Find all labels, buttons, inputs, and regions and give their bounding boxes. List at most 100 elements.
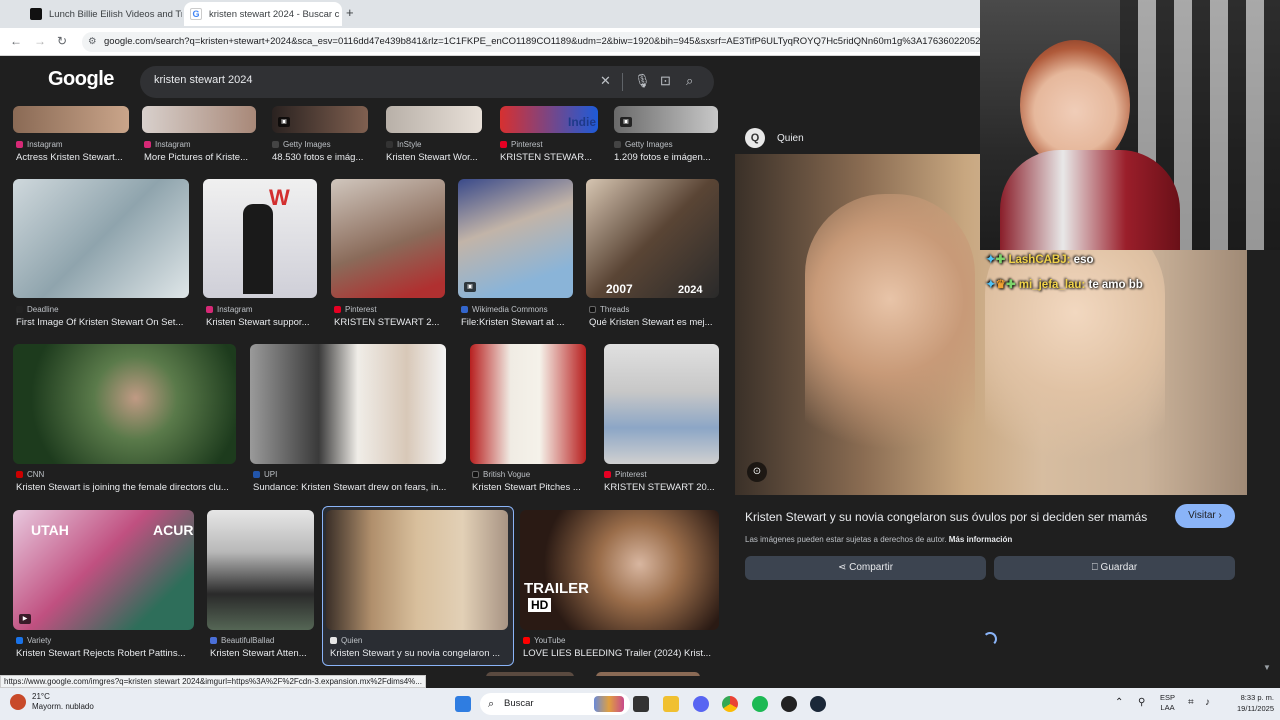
site-info-icon[interactable]: ⚙: [88, 32, 97, 52]
result-source: Wikimedia Commons: [461, 305, 548, 314]
result-caption[interactable]: Kristen Stewart suppor...: [206, 317, 318, 328]
back-icon[interactable]: ←: [10, 34, 22, 48]
logo-text: W: [269, 185, 290, 210]
file-explorer-icon[interactable]: [663, 696, 679, 712]
result-source: Getty Images: [614, 140, 673, 149]
result-caption[interactable]: Sundance: Kristen Stewart drew on fears,…: [253, 482, 451, 493]
result-thumbnail[interactable]: [386, 106, 482, 133]
result-thumbnail[interactable]: W: [203, 179, 317, 298]
microphone-icon[interactable]: 🎙: [634, 73, 651, 89]
chat-text: eso: [1073, 254, 1094, 266]
chrome-icon[interactable]: [722, 696, 738, 712]
result-thumbnail[interactable]: [207, 510, 314, 630]
chat-message: ✦♛✚ mi_jefa_lau: te amo bb: [986, 277, 1143, 291]
close-icon[interactable]: ✕: [339, 9, 342, 20]
task-view-icon[interactable]: [633, 696, 649, 712]
result-thumbnail[interactable]: ▣: [614, 106, 718, 133]
result-caption[interactable]: 1.209 fotos e imágen...: [614, 152, 718, 163]
result-source: Pinterest: [334, 305, 377, 314]
result-caption[interactable]: KRISTEN STEWART 20...: [604, 482, 716, 493]
clock[interactable]: 8:33 p. m. 19/11/2025: [1237, 692, 1274, 714]
tab-lunch-videos[interactable]: Lunch Billie Eilish Videos and Tr ✕: [24, 2, 182, 26]
result-caption[interactable]: Kristen Stewart Wor...: [386, 152, 486, 163]
network-icon[interactable]: ⌗: [1188, 697, 1194, 708]
reload-icon[interactable]: ↻: [57, 34, 67, 48]
result-caption[interactable]: Actress Kristen Stewart...: [16, 152, 128, 163]
result-thumbnail[interactable]: [13, 106, 129, 133]
result-caption[interactable]: Qué Kristen Stewart es mej...: [589, 317, 719, 328]
result-thumbnail[interactable]: TRAILER HD: [520, 510, 719, 630]
chat-text: te amo bb: [1088, 279, 1143, 291]
time-label: 8:33 p. m.: [1240, 693, 1274, 702]
clear-icon[interactable]: ✕: [600, 73, 611, 89]
chevron-up-icon[interactable]: ⌃: [1115, 697, 1123, 708]
visit-button[interactable]: Visitar ›: [1175, 504, 1235, 528]
lens-camera-icon[interactable]: ⊡: [660, 73, 671, 89]
start-icon[interactable]: [455, 696, 471, 712]
result-caption[interactable]: KRISTEN STEWART 2...: [334, 317, 444, 328]
panel-source[interactable]: Q Quien: [745, 128, 804, 148]
chat-message: ✦✚ LashCABJ: eso: [986, 252, 1094, 266]
more-info-link[interactable]: Más información: [949, 535, 1013, 544]
share-button[interactable]: ⋖ Compartir: [745, 556, 986, 580]
source-label: Pinterest: [511, 140, 543, 149]
result-thumbnail[interactable]: [486, 672, 574, 676]
getty-icon: [272, 141, 279, 148]
usb-icon[interactable]: ⚲: [1138, 697, 1145, 708]
taskbar-search[interactable]: ⌕ Buscar: [480, 693, 630, 715]
result-caption[interactable]: KRISTEN STEWAR...: [500, 152, 600, 163]
result-caption[interactable]: 48.530 fotos e imág...: [272, 152, 372, 163]
discord-icon[interactable]: [693, 696, 709, 712]
result-thumbnail[interactable]: [596, 672, 700, 676]
result-caption[interactable]: More Pictures of Kriste...: [144, 152, 256, 163]
steam-icon[interactable]: [810, 696, 826, 712]
result-thumbnail[interactable]: ▣: [272, 106, 368, 133]
forward-icon[interactable]: →: [34, 34, 46, 48]
google-header: Google ✕ 🎙 ⊡ ⌕: [0, 56, 735, 106]
spotify-icon[interactable]: [752, 696, 768, 712]
result-thumbnail[interactable]: [13, 344, 236, 464]
language-indicator[interactable]: ESP LAA: [1160, 693, 1175, 713]
result-thumbnail[interactable]: [142, 106, 256, 133]
result-caption[interactable]: File:Kristen Stewart at ...: [461, 317, 573, 328]
result-caption[interactable]: LOVE LIES BLEEDING Trailer (2024) Krist.…: [523, 648, 719, 659]
save-button[interactable]: ⎕ Guardar: [994, 556, 1235, 580]
new-tab-icon[interactable]: +: [346, 5, 354, 20]
result-thumbnail[interactable]: [13, 179, 189, 298]
result-thumbnail[interactable]: ▣: [458, 179, 573, 298]
result-caption[interactable]: Kristen Stewart is joining the female di…: [16, 482, 236, 493]
result-thumbnail[interactable]: [250, 344, 446, 464]
obs-icon[interactable]: [781, 696, 797, 712]
tab-google-search[interactable]: G kristen stewart 2024 - Buscar c ✕: [184, 2, 342, 26]
result-caption[interactable]: Kristen Stewart Rejects Robert Pattins..…: [16, 648, 192, 659]
address-bar: ← → ↻ ⚙ google.com/search?q=kristen+stew…: [0, 28, 980, 56]
search-icon[interactable]: ⌕: [686, 73, 693, 89]
url-field[interactable]: ⚙ google.com/search?q=kristen+stewart+20…: [82, 32, 980, 52]
tiktok-favicon-icon: [30, 8, 42, 20]
result-thumbnail[interactable]: [331, 179, 445, 298]
result-thumbnail[interactable]: [604, 344, 719, 464]
result-thumbnail[interactable]: [470, 344, 586, 464]
google-logo[interactable]: Google: [48, 68, 114, 91]
source-label: Variety: [27, 636, 52, 645]
result-caption[interactable]: Kristen Stewart y su novia congelaron ..…: [330, 648, 508, 659]
panel-title[interactable]: Kristen Stewart y su novia congelaron su…: [745, 510, 1147, 524]
result-thumbnail[interactable]: [326, 510, 508, 630]
status-url-bar: https://www.google.com/imgres?q=kristen …: [0, 675, 426, 688]
scroll-down-icon[interactable]: ▼: [1263, 663, 1271, 672]
source-label: Pinterest: [345, 305, 377, 314]
result-caption[interactable]: Kristen Stewart Atten...: [210, 648, 314, 659]
quien-icon: [330, 637, 337, 644]
threads-icon: [589, 306, 596, 313]
year-left-label: 2007: [606, 282, 633, 296]
result-thumbnail[interactable]: UTAH ACUR ▶: [13, 510, 194, 630]
lens-search-icon[interactable]: ⊙: [747, 462, 767, 482]
result-source: Instagram: [144, 140, 191, 149]
result-thumbnail[interactable]: 2007 2024: [586, 179, 719, 298]
result-caption[interactable]: Kristen Stewart Pitches ...: [472, 482, 586, 493]
result-thumbnail[interactable]: Indie: [500, 106, 598, 133]
search-box[interactable]: ✕ 🎙 ⊡ ⌕: [140, 66, 714, 98]
search-input[interactable]: [154, 74, 574, 86]
result-caption[interactable]: First Image Of Kristen Stewart On Set...: [16, 317, 188, 328]
volume-icon[interactable]: ♪: [1205, 697, 1210, 708]
